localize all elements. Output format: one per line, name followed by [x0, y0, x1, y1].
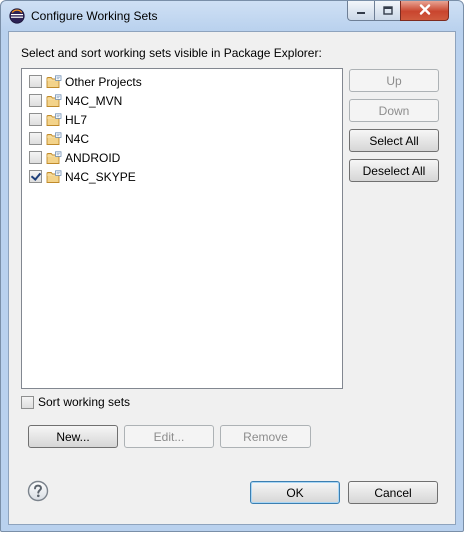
sort-working-sets-option[interactable]: Sort working sets [21, 395, 130, 409]
new-button[interactable]: New... [28, 425, 118, 448]
close-icon [419, 3, 431, 18]
working-set-label: N4C_SKYPE [65, 169, 136, 184]
title-bar[interactable]: Configure Working Sets [1, 1, 463, 31]
edit-button[interactable]: Edit... [124, 425, 214, 448]
eclipse-icon [9, 8, 25, 24]
configure-working-sets-dialog: Configure Working Sets Select and sort w… [0, 0, 464, 532]
working-set-checkbox[interactable] [29, 113, 42, 126]
working-set-checkbox[interactable] [29, 75, 42, 88]
sort-working-sets-label: Sort working sets [38, 395, 131, 409]
working-set-folder-icon [46, 93, 62, 108]
maximize-button[interactable] [374, 1, 400, 21]
select-all-button[interactable]: Select All [349, 129, 439, 152]
up-button[interactable]: Up [349, 69, 439, 92]
help-icon[interactable] [27, 480, 49, 502]
list-item-working-set[interactable]: ANDROID [29, 148, 120, 167]
list-item-working-set[interactable]: N4C_MVN [29, 91, 122, 110]
working-set-folder-icon [46, 112, 62, 127]
instruction-label: Select and sort working sets visible in … [21, 46, 322, 60]
working-set-folder-icon [46, 74, 62, 89]
minimize-icon [356, 4, 366, 18]
close-button[interactable] [400, 1, 449, 21]
cancel-button[interactable]: Cancel [348, 481, 438, 504]
working-set-label: Other Projects [65, 74, 142, 89]
dialog-client-area: Select and sort working sets visible in … [8, 31, 456, 525]
maximize-icon [382, 4, 393, 18]
working-set-folder-icon [46, 169, 62, 184]
window-title: Configure Working Sets [31, 9, 158, 23]
working-sets-list[interactable]: Other Projects N4C_MVN HL7 N4C ANDROID N… [21, 68, 343, 389]
working-set-label: N4C [65, 131, 90, 146]
working-set-folder-icon [46, 131, 62, 146]
list-item-working-set[interactable]: N4C [29, 129, 89, 148]
deselect-all-button[interactable]: Deselect All [349, 159, 439, 182]
down-button[interactable]: Down [349, 99, 439, 122]
working-set-checkbox[interactable] [29, 151, 42, 164]
list-item-working-set[interactable]: Other Projects [29, 72, 142, 91]
minimize-button[interactable] [347, 1, 374, 21]
list-item-working-set[interactable]: HL7 [29, 110, 87, 129]
working-set-checkbox[interactable] [29, 132, 42, 145]
working-set-label: ANDROID [65, 150, 121, 165]
remove-button[interactable]: Remove [220, 425, 311, 448]
working-set-checkbox[interactable] [29, 94, 42, 107]
working-set-label: HL7 [65, 112, 88, 127]
working-set-checkbox[interactable] [29, 170, 42, 183]
working-set-folder-icon [46, 150, 62, 165]
list-item-working-set[interactable]: N4C_SKYPE [29, 167, 136, 186]
ok-button[interactable]: OK [250, 481, 340, 504]
working-set-label: N4C_MVN [65, 93, 123, 108]
sort-working-sets-checkbox[interactable] [21, 395, 34, 409]
